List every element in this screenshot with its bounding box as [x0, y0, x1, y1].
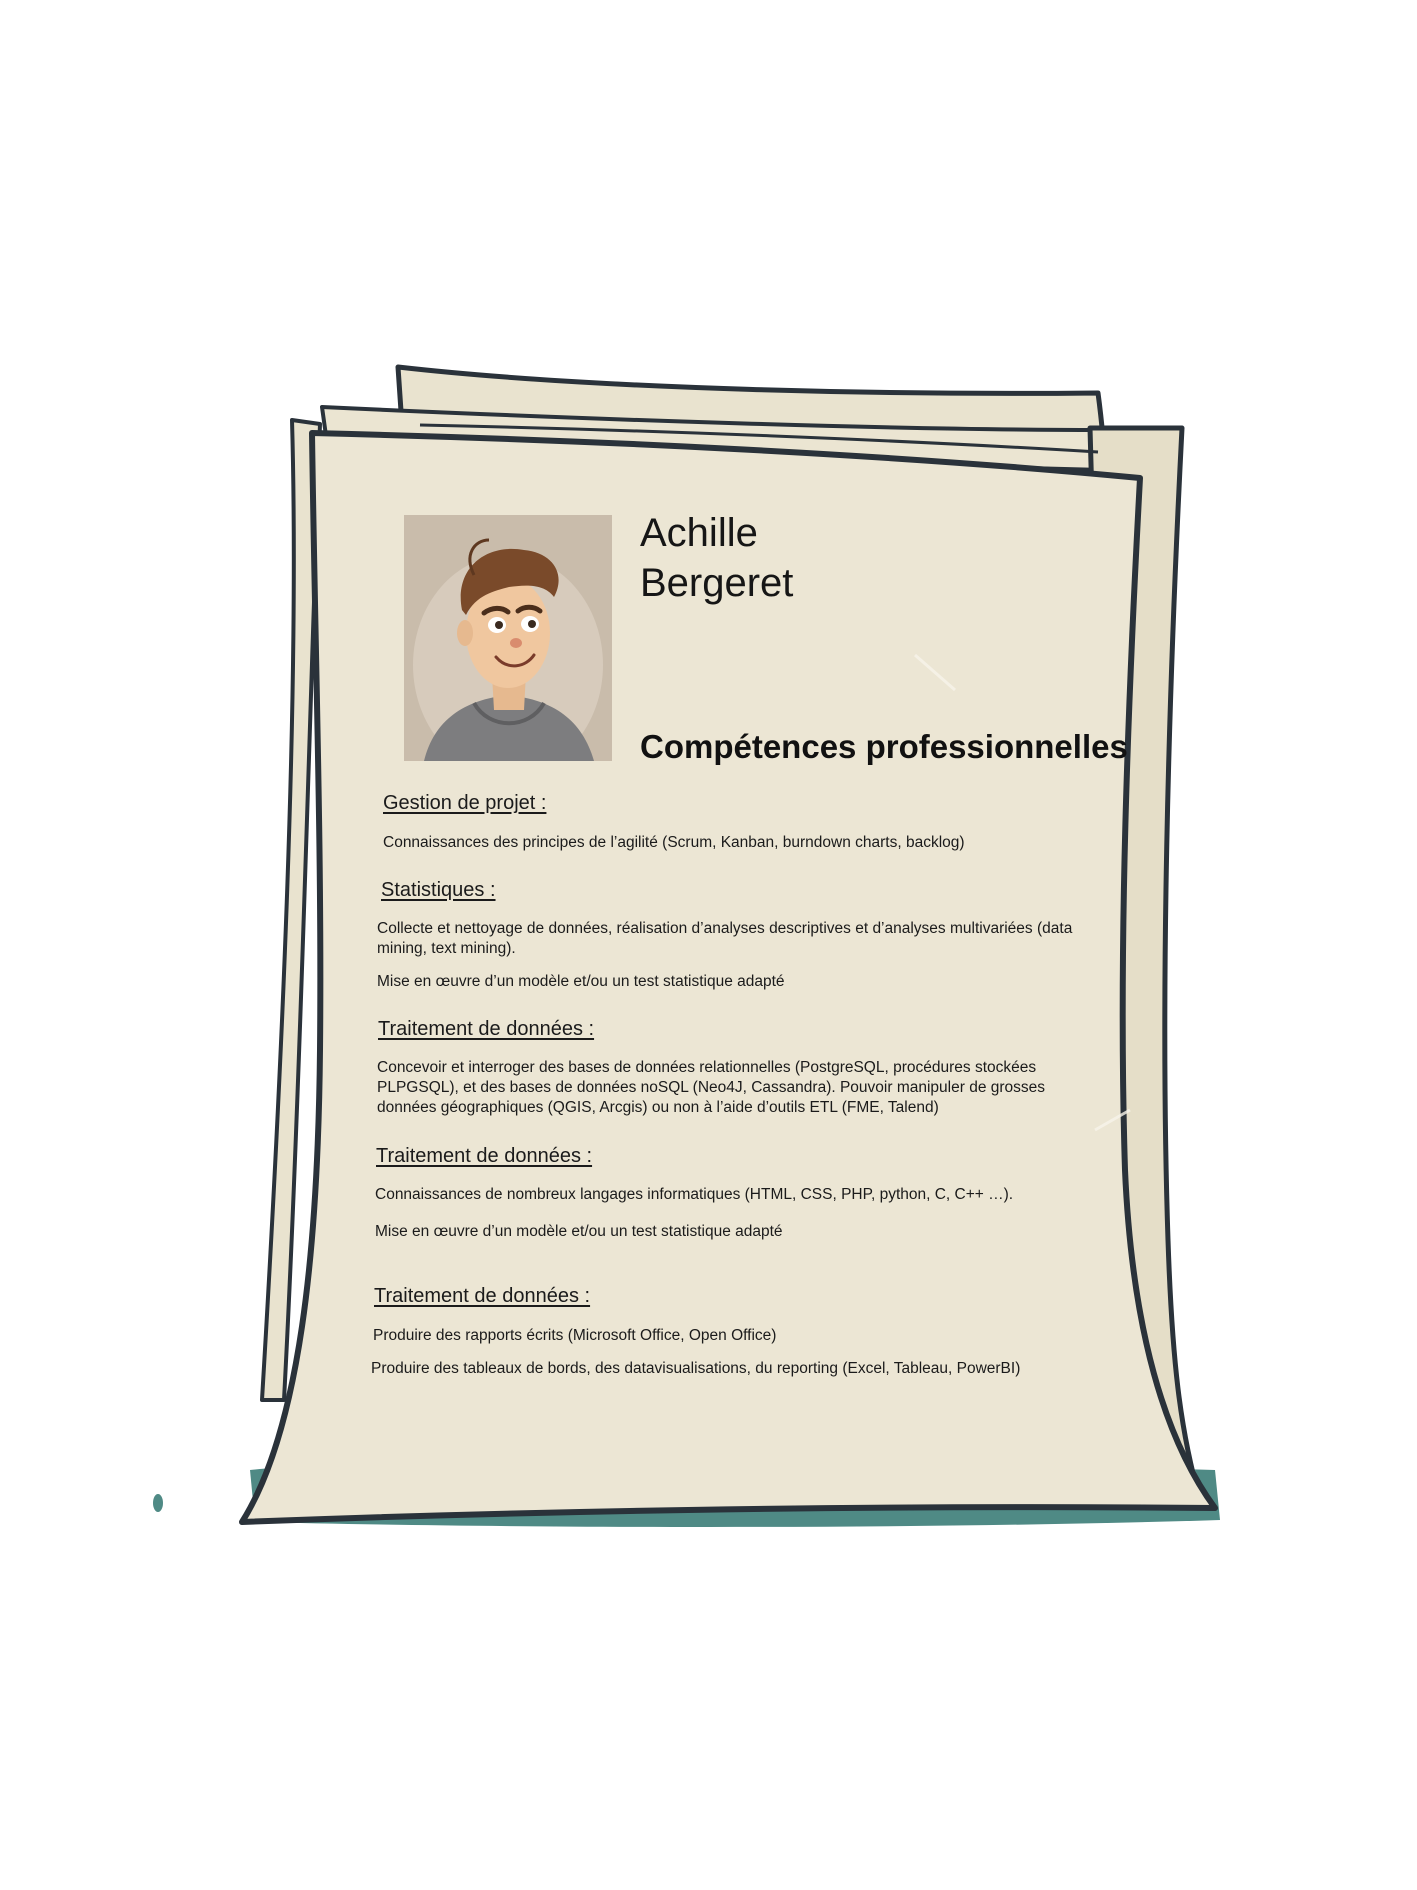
section-text: Mise en œuvre d’un modèle et/ou un test …	[377, 973, 785, 990]
section-heading: Statistiques :	[381, 879, 496, 901]
section-heading: Traitement de données :	[378, 1018, 595, 1040]
cv-content: Achille Bergeret Compétences professionn…	[0, 0, 1417, 1890]
first-name: Achille	[640, 511, 758, 555]
section-text: Collecte et nettoyage de données, réalis…	[377, 920, 1073, 957]
section-heading: Traitement de données :	[376, 1145, 593, 1167]
section-text: Produire des rapports écrits (Microsoft …	[373, 1327, 777, 1344]
section-heading: Gestion de projet :	[383, 792, 547, 814]
section-text: Connaissances des principes de l’agilité…	[383, 834, 965, 851]
section-text: Concevoir et interroger des bases de don…	[377, 1059, 1046, 1116]
main-title: Compétences professionnelles	[640, 728, 1128, 765]
section-text: Produire des tableaux de bords, des data…	[371, 1360, 1021, 1377]
section-heading: Traitement de données :	[374, 1285, 591, 1307]
portrait-icon	[404, 515, 612, 761]
cv-page: Achille Bergeret Compétences professionn…	[0, 0, 1417, 1890]
last-name: Bergeret	[640, 561, 794, 605]
section-text: Mise en œuvre d’un modèle et/ou un test …	[375, 1223, 783, 1240]
section-text: Connaissances de nombreux langages infor…	[375, 1186, 1014, 1203]
